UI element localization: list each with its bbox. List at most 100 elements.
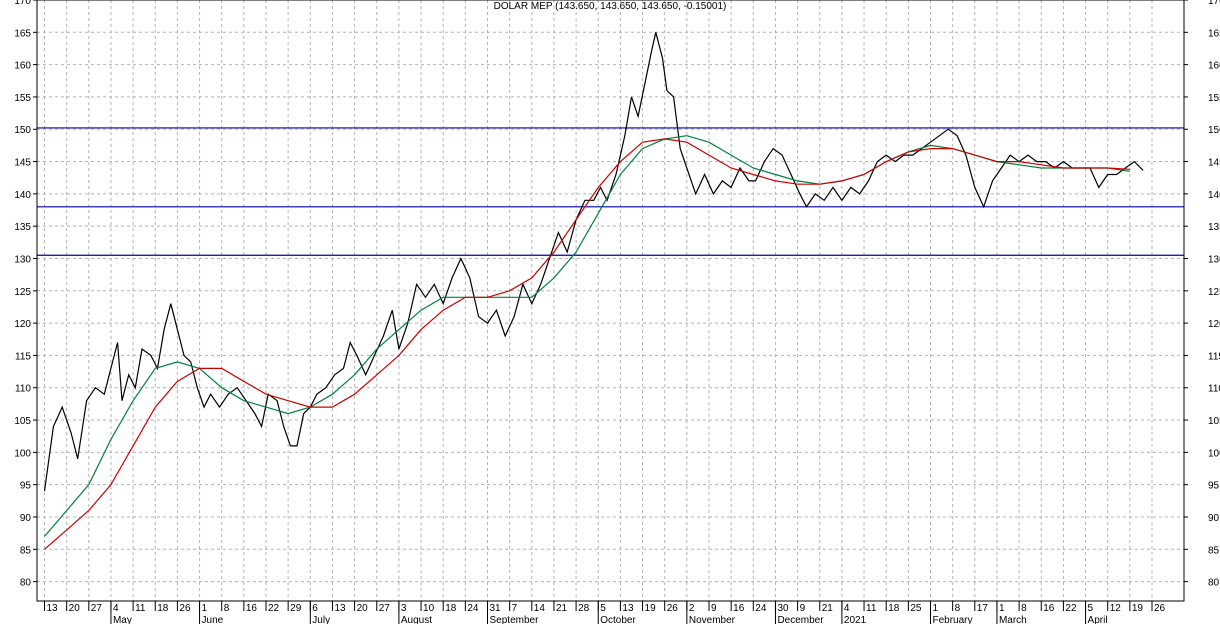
chart-title: DOLAR MEP (143.650, 143.650, 143.650, -0… (494, 1, 727, 12)
y-tick-label: 125 (14, 287, 31, 298)
x-tick-label: 16 (733, 603, 745, 614)
y-tick-label: 135 (1208, 222, 1220, 233)
x-tick-label: 16 (246, 603, 258, 614)
y-tick-label: 85 (20, 545, 32, 556)
x-tick-label: 26 (667, 603, 679, 614)
x-tick-label: 14 (534, 603, 546, 614)
x-tick-label: 1 (933, 603, 939, 614)
y-tick-label: 115 (1208, 351, 1220, 362)
x-tick-label: 20 (357, 603, 369, 614)
x-tick-label: 6 (312, 603, 318, 614)
x-tick-label: 13 (47, 603, 59, 614)
x-tick-label: 13 (334, 603, 346, 614)
y-tick-label: 80 (1208, 578, 1220, 589)
x-tick-label: 11 (866, 603, 877, 614)
x-tick-label: 31 (490, 603, 502, 614)
x-tick-label: 9 (711, 603, 717, 614)
x-tick-label: 8 (1021, 603, 1027, 614)
x-month-label: September (490, 615, 540, 624)
y-tick-label: 120 (14, 319, 31, 330)
x-tick-label: 7 (512, 603, 518, 614)
x-month-label: August (401, 615, 432, 624)
x-tick-label: 25 (910, 603, 922, 614)
x-month-label: April (1088, 615, 1108, 624)
x-tick-label: 19 (1132, 603, 1144, 614)
y-tick-label: 115 (15, 351, 31, 362)
y-tick-label: 160 (1208, 61, 1220, 72)
y-tick-label: 130 (14, 254, 31, 265)
y-tick-label: 150 (14, 125, 31, 136)
x-month-label: March (999, 615, 1027, 624)
x-tick-label: 18 (157, 603, 169, 614)
y-tick-label: 105 (14, 416, 31, 427)
x-month-label: June (202, 615, 224, 624)
x-month-label: 2021 (844, 615, 867, 624)
x-month-label: February (933, 615, 973, 624)
y-tick-label: 125 (1208, 287, 1220, 298)
y-tick-label: 130 (1208, 254, 1220, 265)
x-tick-label: 5 (1088, 603, 1094, 614)
x-tick-label: 9 (800, 603, 806, 614)
x-tick-label: 24 (755, 603, 767, 614)
x-tick-label: 27 (379, 603, 391, 614)
y-tick-label: 80 (20, 578, 32, 589)
x-tick-label: 17 (977, 603, 989, 614)
y-tick-label: 140 (14, 190, 31, 201)
y-tick-label: 135 (14, 222, 31, 233)
x-tick-label: 8 (224, 603, 230, 614)
x-tick-label: 29 (290, 603, 302, 614)
y-tick-label: 155 (14, 93, 31, 104)
x-tick-label: 4 (113, 603, 119, 614)
x-tick-label: 3 (401, 603, 407, 614)
x-tick-label: 20 (69, 603, 81, 614)
y-tick-label: 110 (15, 384, 31, 395)
x-month-label: December (777, 615, 824, 624)
y-tick-label: 120 (1208, 319, 1220, 330)
x-tick-label: 1 (202, 603, 208, 614)
x-tick-label: 18 (888, 603, 900, 614)
x-tick-label: 26 (1154, 603, 1166, 614)
price-chart: 8085909510010511011512012513013514014515… (0, 0, 1220, 624)
y-tick-label: 155 (1208, 93, 1220, 104)
x-tick-label: 26 (179, 603, 191, 614)
x-tick-label: 8 (955, 603, 961, 614)
x-tick-label: 13 (622, 603, 634, 614)
y-tick-label: 140 (1208, 190, 1220, 201)
y-tick-label: 90 (1208, 513, 1220, 524)
x-tick-label: 24 (467, 603, 479, 614)
x-tick-label: 1 (999, 603, 1005, 614)
y-tick-label: 100 (14, 448, 31, 459)
y-tick-label: 100 (1208, 448, 1220, 459)
y-tick-label: 165 (1208, 28, 1220, 39)
y-tick-label: 145 (1208, 158, 1220, 169)
x-tick-label: 11 (135, 603, 146, 614)
y-tick-label: 95 (20, 481, 32, 492)
y-tick-label: 160 (14, 61, 31, 72)
y-tick-label: 90 (20, 513, 32, 524)
y-tick-label: 110 (1208, 384, 1220, 395)
x-tick-label: 21 (822, 603, 834, 614)
x-tick-label: 22 (1065, 603, 1077, 614)
y-tick-label: 150 (1208, 125, 1220, 136)
y-tick-label: 165 (14, 28, 31, 39)
x-tick-label: 28 (578, 603, 590, 614)
x-month-label: October (600, 615, 636, 624)
x-tick-label: 10 (423, 603, 435, 614)
x-tick-label: 5 (600, 603, 606, 614)
y-tick-label: 105 (1208, 416, 1220, 427)
y-tick-label: 85 (1208, 545, 1220, 556)
y-tick-label: 145 (14, 158, 31, 169)
x-month-label: May (113, 615, 132, 624)
x-tick-label: 18 (445, 603, 457, 614)
x-tick-label: 12 (1110, 603, 1122, 614)
x-tick-label: 30 (777, 603, 789, 614)
x-tick-label: 2 (689, 603, 695, 614)
x-month-label: November (689, 615, 736, 624)
x-month-label: July (312, 615, 330, 624)
x-tick-label: 16 (1043, 603, 1055, 614)
x-tick-label: 27 (91, 603, 103, 614)
x-tick-label: 19 (645, 603, 657, 614)
chart-background (0, 0, 1220, 624)
y-tick-label: 95 (1208, 481, 1220, 492)
x-tick-label: 4 (844, 603, 850, 614)
